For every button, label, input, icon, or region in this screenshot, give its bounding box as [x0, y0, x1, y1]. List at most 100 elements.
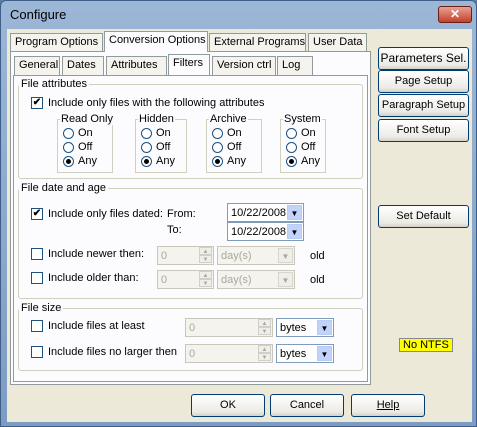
- title-bar: Configure ✕: [1, 1, 476, 29]
- attribute-radio-label: Any: [78, 155, 97, 167]
- attribute-radio-label: Off: [156, 141, 171, 153]
- chevron-down-icon[interactable]: ▼: [317, 320, 332, 335]
- tab-user-data[interactable]: User Data: [308, 33, 367, 52]
- tab-version-ctrl[interactable]: Version ctrl: [212, 56, 276, 75]
- button-label: Cancel: [289, 399, 325, 411]
- from-label: From:: [167, 208, 196, 220]
- to-label: To:: [167, 224, 182, 236]
- no-ntfs-badge: No NTFS: [399, 338, 453, 352]
- spin-down-icon[interactable]: ▼: [258, 327, 271, 335]
- no-larger-unit-select[interactable]: bytes ▼: [276, 344, 334, 363]
- attribute-radio-on[interactable]: [212, 128, 223, 139]
- attribute-radio-label: On: [78, 127, 93, 139]
- attribute-radio-label: Any: [227, 155, 246, 167]
- tab-log[interactable]: Log: [277, 56, 313, 75]
- at-least-unit-value: bytes: [280, 322, 307, 334]
- cancel-button[interactable]: Cancel: [270, 394, 344, 417]
- close-button[interactable]: ✕: [438, 6, 472, 23]
- older-spinner[interactable]: 0 ▲ ▼: [157, 270, 214, 289]
- ok-button[interactable]: OK: [191, 394, 265, 417]
- spin-up-icon[interactable]: ▲: [199, 247, 212, 255]
- include-attributes-label: Include only files with the following at…: [48, 97, 265, 109]
- at-least-checkbox[interactable]: [31, 320, 43, 332]
- include-dated-checkbox[interactable]: ✔: [31, 208, 43, 220]
- attribute-group-title: Hidden: [138, 113, 175, 125]
- attribute-radio-any[interactable]: [212, 156, 223, 167]
- attribute-radio-off[interactable]: [141, 142, 152, 153]
- tab-filters[interactable]: Filters: [168, 54, 210, 75]
- attribute-radio-on[interactable]: [63, 128, 74, 139]
- tab-label: Attributes: [111, 59, 158, 71]
- dialog-client: Program Options Conversion Options Exter…: [7, 29, 472, 422]
- chevron-down-icon[interactable]: ▼: [278, 272, 293, 287]
- spin-down-icon[interactable]: ▼: [199, 279, 212, 287]
- tab-attributes[interactable]: Attributes: [106, 56, 167, 75]
- conversion-options-panel: General Dates Attributes Filters Version…: [10, 51, 371, 385]
- attribute-radio-any[interactable]: [63, 156, 74, 167]
- attribute-radio-any[interactable]: [141, 156, 152, 167]
- attribute-radio-off[interactable]: [63, 142, 74, 153]
- tab-general[interactable]: General: [14, 56, 60, 75]
- font-setup-button[interactable]: Font Setup: [378, 119, 469, 142]
- window-title: Configure: [10, 7, 67, 22]
- no-larger-checkbox[interactable]: [31, 346, 43, 358]
- tab-label: Dates: [67, 59, 96, 71]
- to-date-value: 10/22/2008: [231, 226, 287, 238]
- tab-label: Version ctrl: [217, 59, 272, 71]
- filters-panel: File attributes ✔ Include only files wit…: [13, 75, 368, 382]
- tab-label: General: [19, 59, 59, 71]
- attribute-radio-label: Off: [78, 141, 93, 153]
- no-larger-spinner[interactable]: 0 ▲ ▼: [185, 344, 273, 363]
- radio-selected-dot: [144, 159, 149, 164]
- parameters-sel-button[interactable]: Parameters Sel.: [378, 47, 469, 70]
- attribute-group-title: System: [283, 113, 322, 125]
- attribute-radio-off[interactable]: [212, 142, 223, 153]
- newer-value: 0: [161, 250, 168, 262]
- spin-down-icon[interactable]: ▼: [258, 353, 271, 361]
- radio-selected-dot: [215, 159, 220, 164]
- spin-up-icon[interactable]: ▲: [258, 319, 271, 327]
- spin-up-icon[interactable]: ▲: [199, 271, 212, 279]
- set-default-button[interactable]: Set Default: [378, 205, 469, 228]
- radio-selected-dot: [66, 159, 71, 164]
- include-attributes-checkbox[interactable]: ✔: [31, 97, 43, 109]
- from-date-value: 10/22/2008: [231, 207, 287, 219]
- older-unit-select[interactable]: day(s) ▼: [217, 270, 295, 289]
- newer-unit-select[interactable]: day(s) ▼: [217, 246, 295, 265]
- tab-external-programs[interactable]: External Programs: [209, 33, 306, 52]
- at-least-unit-select[interactable]: bytes ▼: [276, 318, 334, 337]
- attribute-radio-label: On: [227, 127, 242, 139]
- include-newer-checkbox[interactable]: [31, 248, 43, 260]
- attribute-radio-on[interactable]: [286, 128, 297, 139]
- paragraph-setup-button[interactable]: Paragraph Setup: [378, 94, 469, 117]
- attribute-radio-on[interactable]: [141, 128, 152, 139]
- chevron-down-icon[interactable]: ▼: [317, 346, 332, 361]
- tab-dates[interactable]: Dates: [62, 56, 104, 75]
- chevron-down-icon[interactable]: ▼: [278, 248, 293, 263]
- tab-program-options[interactable]: Program Options: [10, 33, 103, 52]
- attribute-group-title: Read Only: [60, 113, 114, 125]
- at-least-spinner[interactable]: 0 ▲ ▼: [185, 318, 273, 337]
- attribute-radio-off[interactable]: [286, 142, 297, 153]
- older-unit-value: day(s): [221, 274, 252, 286]
- tab-conversion-options[interactable]: Conversion Options: [104, 31, 208, 52]
- newer-spinner[interactable]: 0 ▲ ▼: [157, 246, 214, 265]
- chevron-down-icon[interactable]: ▼: [287, 205, 302, 220]
- to-date-picker[interactable]: 10/22/2008 ▼: [227, 222, 304, 241]
- button-label: OK: [220, 399, 236, 411]
- spin-down-icon[interactable]: ▼: [199, 255, 212, 263]
- attribute-radio-any[interactable]: [286, 156, 297, 167]
- at-least-value: 0: [189, 322, 196, 334]
- tab-label: External Programs: [214, 36, 306, 48]
- from-date-picker[interactable]: 10/22/2008 ▼: [227, 203, 304, 222]
- help-button[interactable]: Help: [351, 394, 425, 417]
- page-setup-button[interactable]: Page Setup: [378, 70, 469, 93]
- spin-up-icon[interactable]: ▲: [258, 345, 271, 353]
- include-dated-label: Include only files dated:: [48, 208, 163, 220]
- radio-selected-dot: [289, 159, 294, 164]
- attribute-radio-label: Any: [156, 155, 175, 167]
- attribute-group-title: Archive: [209, 113, 248, 125]
- include-older-checkbox[interactable]: [31, 272, 43, 284]
- chevron-down-icon[interactable]: ▼: [287, 224, 302, 239]
- tab-label: Program Options: [15, 36, 99, 48]
